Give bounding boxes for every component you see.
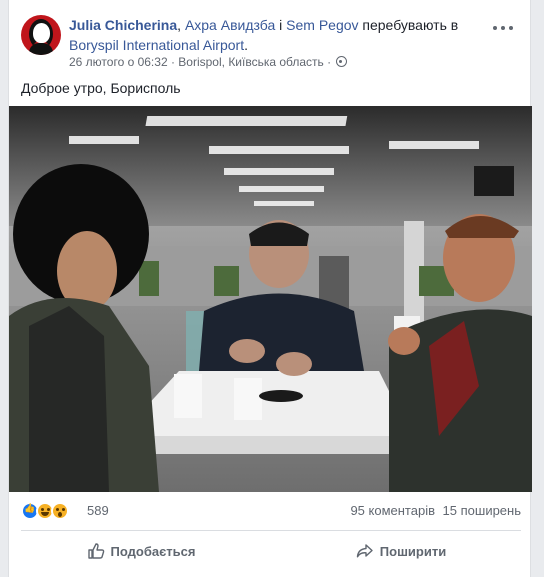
- tagged-separator: ,: [177, 17, 185, 33]
- post-actions: Подобається Поширити: [21, 534, 521, 568]
- place-end: .: [244, 37, 248, 53]
- comments-count[interactable]: 95 коментарів: [350, 503, 435, 518]
- avatar-face: [33, 23, 50, 43]
- author-avatar[interactable]: [21, 15, 61, 55]
- post-header-text: Julia Chicherina, Ахра Авидзба і Sem Peg…: [69, 15, 489, 55]
- like-button[interactable]: Подобається: [21, 534, 261, 568]
- meta-separator: ·: [167, 55, 179, 69]
- tagged-person-2[interactable]: Sem Pegov: [286, 17, 358, 33]
- more-options-icon[interactable]: [491, 18, 515, 38]
- post-stats: 589 95 коментарів 15 поширень: [21, 500, 521, 524]
- thumbs-up-icon: [87, 543, 104, 559]
- share-button[interactable]: Поширити: [281, 534, 521, 568]
- checkin-place[interactable]: Boryspil International Airport: [69, 37, 244, 53]
- post-meta: 26 лютого о 06:32 · Borispol, Київська о…: [69, 55, 348, 69]
- avatar-body: [29, 43, 53, 55]
- post-photo[interactable]: [9, 106, 532, 492]
- post-card: Julia Chicherina, Ахра Авидзба і Sem Peg…: [8, 0, 532, 577]
- meta-separator-2: ·: [323, 55, 335, 69]
- post-timestamp[interactable]: 26 лютого о 06:32: [69, 55, 168, 69]
- share-button-label: Поширити: [379, 543, 447, 559]
- more-dot: [501, 26, 505, 30]
- shares-count[interactable]: 15 поширень: [443, 503, 521, 518]
- globe-icon[interactable]: [336, 56, 348, 67]
- post-header: Julia Chicherina, Ахра Авидзба і Sem Peg…: [21, 12, 521, 74]
- post-text: Доброе утро, Борисполь: [21, 80, 181, 96]
- reaction-count[interactable]: 589: [87, 503, 109, 518]
- share-arrow-icon: [356, 544, 373, 558]
- tagged-person-1[interactable]: Ахра Авидзба: [185, 17, 275, 33]
- actions-divider: [21, 530, 521, 531]
- tagged-and: і: [275, 17, 287, 33]
- airport-photo: [9, 106, 532, 492]
- author-name[interactable]: Julia Chicherina: [69, 17, 177, 33]
- location-phrase: перебувають в: [358, 17, 459, 33]
- more-dot: [493, 26, 497, 30]
- meta-place[interactable]: Borispol, Київська область: [178, 55, 324, 69]
- like-button-label: Подобається: [110, 543, 196, 559]
- wow-reaction-icon: [51, 502, 69, 520]
- more-dot: [509, 26, 513, 30]
